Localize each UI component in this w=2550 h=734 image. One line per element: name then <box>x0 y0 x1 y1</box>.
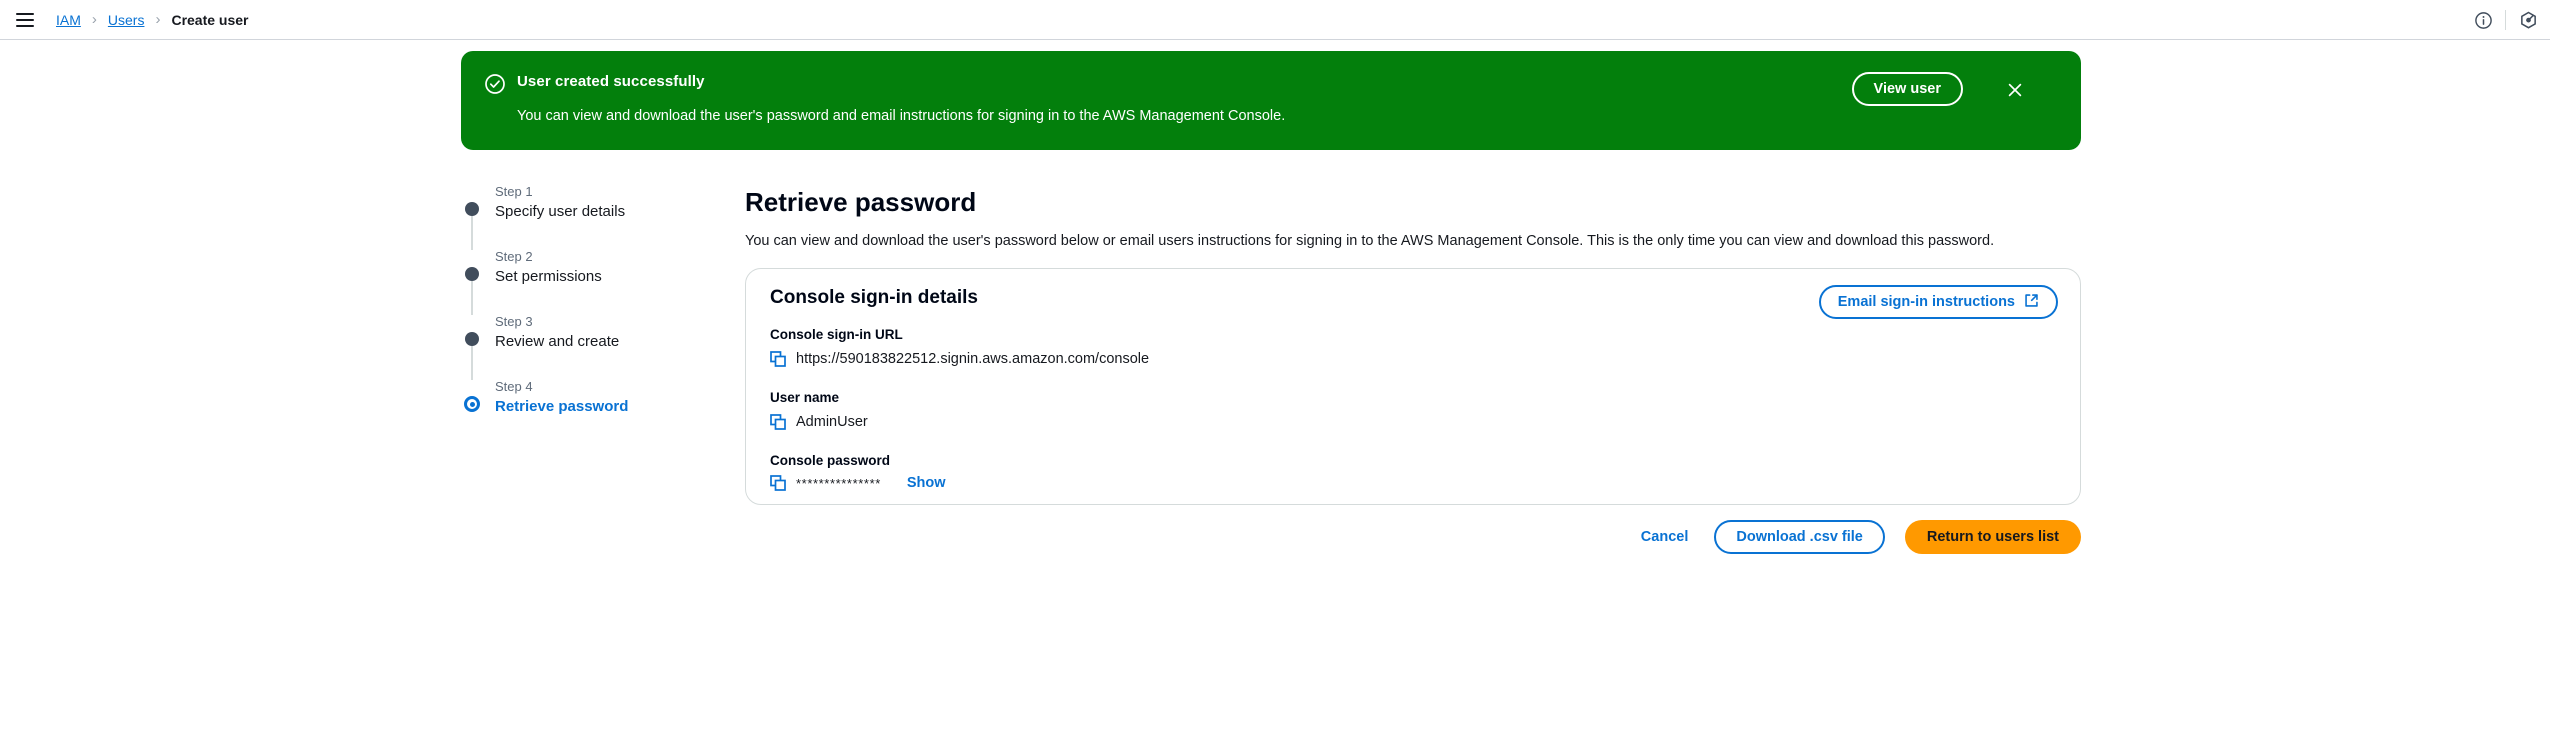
external-link-icon <box>2024 293 2039 312</box>
step-dot-icon <box>465 267 479 281</box>
wizard-step-1[interactable]: Step 1 Specify user details <box>465 183 715 250</box>
wizard-step-3[interactable]: Step 3 Review and create <box>465 313 715 380</box>
step-connector <box>471 281 473 315</box>
step-connector <box>471 346 473 380</box>
page-title: Retrieve password <box>745 187 977 217</box>
page-root: IAM › Users › Create user User created s… <box>0 0 2550 734</box>
field-label: User name <box>770 390 840 405</box>
settings-icon[interactable] <box>2506 0 2550 40</box>
step-dot-icon-active <box>464 396 480 412</box>
step-title-label: Set permissions <box>495 268 602 285</box>
main-content-header: Retrieve password You can view and downl… <box>745 185 2081 251</box>
close-icon[interactable] <box>2003 78 2027 102</box>
card-title: Console sign-in details <box>770 287 978 308</box>
field-label: Console password <box>770 453 891 468</box>
field-value: AdminUser <box>796 414 868 430</box>
flash-title: User created successfully <box>517 73 705 90</box>
field-row: AdminUser <box>770 412 868 432</box>
breadcrumb-separator: › <box>155 11 161 28</box>
step-title-label: Specify user details <box>495 203 626 220</box>
step-dot-icon <box>465 202 479 216</box>
return-to-users-list-button[interactable]: Return to users list <box>1904 520 2081 554</box>
step-number-label: Step 2 <box>495 249 533 264</box>
copy-icon[interactable] <box>770 414 786 430</box>
cancel-button[interactable]: Cancel <box>1635 529 1695 545</box>
download-csv-button[interactable]: Download .csv file <box>1714 520 1885 554</box>
field-console-password: Console password *************** Show <box>770 452 946 491</box>
field-user-name: User name AdminUser <box>770 389 868 432</box>
topbar-right-icons <box>2461 0 2550 40</box>
wizard-step-navigation: Step 1 Specify user details Step 2 Set p… <box>464 183 715 418</box>
breadcrumb-item-current: Create user <box>171 11 249 28</box>
info-icon[interactable] <box>2461 0 2505 40</box>
hamburger-menu-icon[interactable] <box>12 7 38 33</box>
field-label: Console sign-in URL <box>770 327 903 342</box>
masked-password-value: *************** <box>796 475 881 491</box>
field-console-signin-url: Console sign-in URL https://590183822512… <box>770 326 1149 369</box>
step-number-label: Step 4 <box>495 379 533 394</box>
step-title-label: Retrieve password <box>495 398 629 415</box>
copy-icon[interactable] <box>770 475 786 491</box>
success-flash-banner: User created successfully You can view a… <box>461 51 2081 150</box>
breadcrumb-item-iam[interactable]: IAM <box>56 12 81 28</box>
view-user-button[interactable]: View user <box>1851 72 1963 106</box>
console-signin-details-card: Console sign-in details Email sign-in in… <box>745 268 2081 505</box>
email-button-label: Email sign-in instructions <box>1837 294 2015 310</box>
breadcrumb-item-users[interactable]: Users <box>108 12 145 28</box>
top-navigation-bar: IAM › Users › Create user <box>0 0 2550 40</box>
copy-icon[interactable] <box>770 351 786 367</box>
step-connector <box>471 216 473 250</box>
step-number-label: Step 3 <box>495 314 533 329</box>
step-title-label: Review and create <box>495 333 620 350</box>
field-row: *************** Show <box>770 475 946 491</box>
field-value: https://590183822512.signin.aws.amazon.c… <box>796 351 1150 367</box>
success-check-circle-icon <box>484 73 506 95</box>
page-description: You can view and download the user's pas… <box>745 233 1995 249</box>
wizard-step-4[interactable]: Step 4 Retrieve password <box>464 378 715 418</box>
email-signin-instructions-button[interactable]: Email sign-in instructions <box>1818 285 2058 319</box>
step-dot-icon <box>465 332 479 346</box>
breadcrumb: IAM › Users › Create user <box>56 0 249 39</box>
show-password-link[interactable]: Show <box>907 475 946 491</box>
field-row: https://590183822512.signin.aws.amazon.c… <box>770 349 1149 369</box>
wizard-step-2[interactable]: Step 2 Set permissions <box>465 248 715 315</box>
step-number-label: Step 1 <box>495 184 533 199</box>
flash-body-text: You can view and download the user's pas… <box>517 108 1286 124</box>
footer-actions: Cancel Download .csv file Return to user… <box>745 519 2081 555</box>
breadcrumb-separator: › <box>91 11 97 28</box>
